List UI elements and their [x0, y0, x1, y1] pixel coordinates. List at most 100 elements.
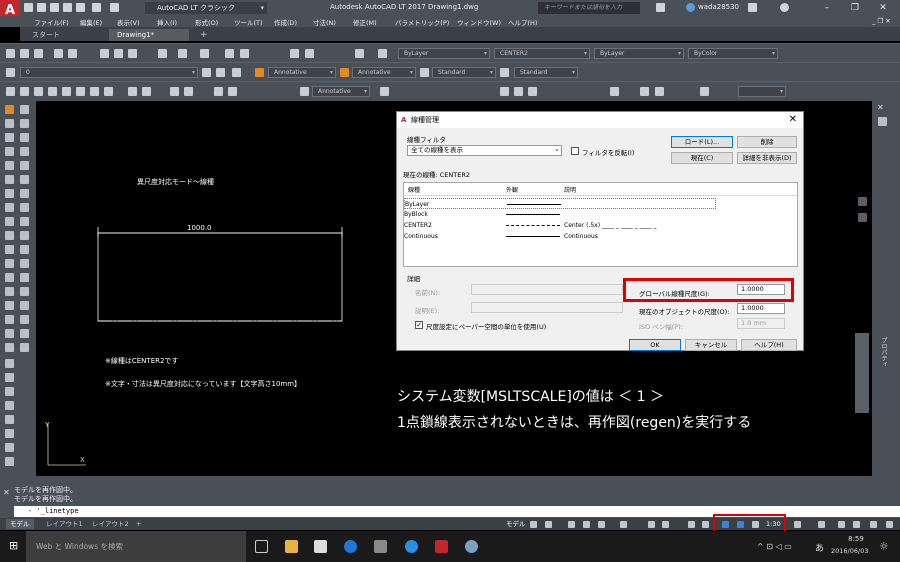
- region-icon[interactable]: [5, 329, 14, 338]
- properties-palette-label[interactable]: プロパティ: [876, 337, 888, 397]
- erase-icon[interactable]: [20, 105, 29, 114]
- dim-style-icon[interactable]: [340, 68, 349, 77]
- menu-tools[interactable]: ツール(T): [234, 17, 263, 27]
- user-name[interactable]: wada28530: [698, 3, 739, 11]
- update-icon[interactable]: [300, 87, 309, 96]
- autocad-taskbar-icon[interactable]: [435, 540, 448, 553]
- view-icon[interactable]: [610, 87, 619, 96]
- ime-indicator[interactable]: あ: [815, 541, 824, 554]
- lineweight-icon[interactable]: [688, 521, 695, 528]
- zoom-icon[interactable]: [240, 49, 249, 58]
- aligned-dim-icon[interactable]: [20, 87, 29, 96]
- menu-format[interactable]: 形式(O): [195, 17, 218, 27]
- invert-filter-checkbox[interactable]: [571, 147, 579, 155]
- close-button[interactable]: ✕: [876, 2, 890, 14]
- doc-window-controls[interactable]: _ ❐ ✕: [872, 17, 891, 25]
- clock-time[interactable]: 8:59: [841, 535, 871, 543]
- save-icon[interactable]: [50, 3, 59, 12]
- tab-layout1[interactable]: レイアウト1: [42, 519, 87, 529]
- delete-button[interactable]: 削除: [737, 136, 797, 148]
- exchange-icon[interactable]: [748, 3, 757, 12]
- polygon-icon[interactable]: [5, 147, 14, 156]
- preview-icon[interactable]: [68, 49, 77, 58]
- calculator-icon[interactable]: [355, 49, 364, 58]
- diameter-icon[interactable]: [90, 87, 99, 96]
- table-icon[interactable]: [20, 329, 29, 338]
- add-layout-button[interactable]: +: [132, 519, 145, 529]
- zoom-window-icon[interactable]: [500, 87, 509, 96]
- hide-details-button[interactable]: 詳細を非表示(D): [737, 152, 797, 164]
- tolerance-icon[interactable]: [170, 87, 179, 96]
- snap-icon[interactable]: [545, 521, 552, 528]
- empty-combo[interactable]: [738, 86, 786, 97]
- cancel-button[interactable]: キャンセル: [685, 339, 737, 351]
- chamfer-icon[interactable]: [20, 287, 29, 296]
- annotation-monitor-icon[interactable]: [818, 521, 825, 528]
- help-icon[interactable]: [780, 3, 789, 12]
- mleader-style-combo[interactable]: Standard: [514, 67, 578, 78]
- pan-icon[interactable]: [225, 49, 234, 58]
- rotate-icon[interactable]: [20, 189, 29, 198]
- plot-icon[interactable]: [54, 49, 63, 58]
- linetype-combo[interactable]: CENTER2: [494, 48, 590, 59]
- ordinate-icon[interactable]: [48, 87, 57, 96]
- menu-window[interactable]: ウィンドウ(W): [457, 17, 501, 27]
- qnew-icon[interactable]: [6, 49, 15, 58]
- point-icon[interactable]: [5, 287, 14, 296]
- tray-icons[interactable]: ^ ⊡ ◁ ▭: [757, 542, 792, 551]
- table-style-icon[interactable]: [420, 68, 429, 77]
- mtext-icon[interactable]: [5, 343, 14, 352]
- dimedit-icon[interactable]: [214, 87, 223, 96]
- menu-view[interactable]: 表示(V): [117, 17, 140, 27]
- binoculars-icon[interactable]: [656, 3, 665, 12]
- justify-icon[interactable]: [5, 429, 14, 438]
- break-icon[interactable]: [20, 259, 29, 268]
- autohide-icon[interactable]: [878, 117, 887, 126]
- col-description[interactable]: 説明: [564, 185, 576, 196]
- open-icon[interactable]: [20, 49, 29, 58]
- angular-icon[interactable]: [104, 87, 113, 96]
- ellipse-arc-icon[interactable]: [5, 245, 14, 254]
- transparency-icon[interactable]: [662, 521, 669, 528]
- arc-length-icon[interactable]: [34, 87, 43, 96]
- osnap-icon[interactable]: [598, 521, 605, 528]
- tool-palette-strip[interactable]: [855, 333, 869, 413]
- layer-state-icon[interactable]: [232, 68, 241, 77]
- tab-drawing1[interactable]: Drawing1*: [109, 29, 189, 41]
- mirror-icon[interactable]: [20, 133, 29, 142]
- line-icon[interactable]: [5, 105, 14, 114]
- text-a-icon[interactable]: [20, 343, 29, 352]
- text-style-combo[interactable]: Annotative: [268, 67, 336, 78]
- save-icon[interactable]: [34, 49, 43, 58]
- fillet-icon[interactable]: [20, 301, 29, 310]
- tab-layout2[interactable]: レイアウト2: [88, 519, 133, 529]
- spell-icon[interactable]: [5, 401, 14, 410]
- description-field[interactable]: [471, 302, 623, 313]
- task-view-icon[interactable]: [255, 540, 268, 553]
- array-icon[interactable]: [20, 161, 29, 170]
- new-icon[interactable]: [24, 3, 33, 12]
- load-button[interactable]: ロード(L)...: [671, 136, 733, 148]
- radius-icon[interactable]: [62, 87, 71, 96]
- file-explorer-icon[interactable]: [285, 540, 298, 553]
- dim-style-manager-icon[interactable]: [380, 87, 389, 96]
- layer-properties-icon[interactable]: [6, 68, 15, 77]
- layer-color-combo[interactable]: ByLayer: [398, 48, 490, 59]
- menu-insert[interactable]: 挿入(I): [157, 17, 177, 27]
- restore-button[interactable]: ❐: [848, 2, 862, 14]
- paper-space-units-checkbox[interactable]: ✓: [415, 321, 423, 329]
- cut-icon[interactable]: [100, 49, 109, 58]
- menu-edit[interactable]: 編集(E): [80, 17, 102, 27]
- linetype-row[interactable]: Continuous Continuous: [404, 231, 797, 242]
- store-icon[interactable]: [314, 540, 327, 553]
- gradient-icon[interactable]: [5, 315, 14, 324]
- table-style-combo[interactable]: Standard: [432, 67, 496, 78]
- linetype-row[interactable]: ByLayer: [404, 198, 716, 209]
- quick-properties-icon[interactable]: [853, 521, 860, 528]
- layer-icon-2[interactable]: [655, 87, 664, 96]
- clock-date[interactable]: 2016/06/03: [831, 547, 868, 555]
- linetype-list[interactable]: 線種 外観 説明 ByLayer ByBlock CENTER2 Center …: [403, 182, 798, 267]
- paint-icon[interactable]: [465, 540, 478, 553]
- print-icon[interactable]: [76, 3, 85, 12]
- filter-dropdown[interactable]: 全ての線種を表示: [407, 145, 562, 156]
